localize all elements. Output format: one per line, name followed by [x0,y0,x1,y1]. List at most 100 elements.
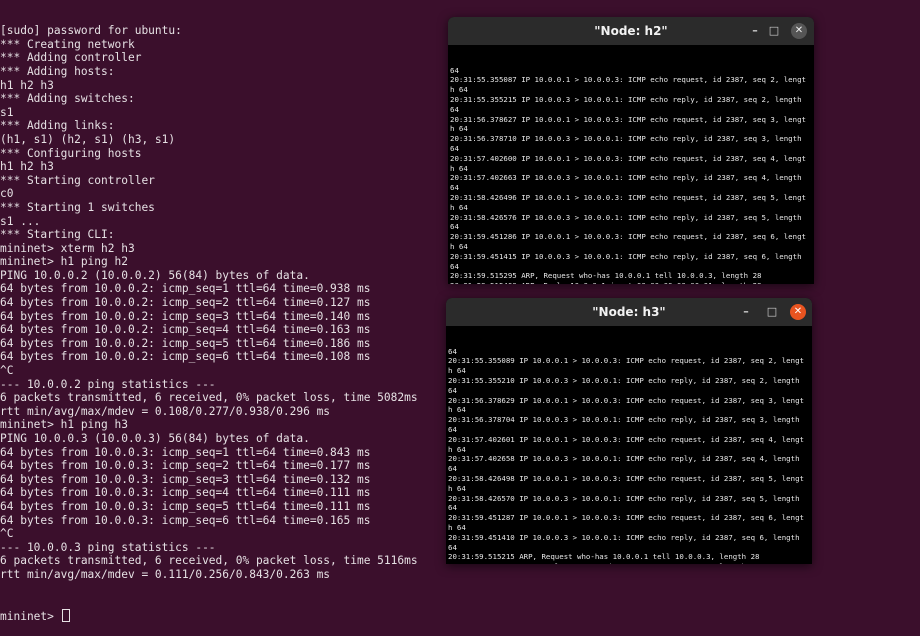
terminal-line: 20:31:59.515401 ARP, Reply 10.0.0.1 is-a… [448,562,812,564]
terminal-line: 20:31:59.451415 IP 10.0.0.3 > 10.0.0.1: … [450,251,802,261]
terminal-line: 64 [448,385,457,395]
maximize-button[interactable]: □ [766,23,782,39]
terminal-line: 64 bytes from 10.0.0.2: icmp_seq=6 ttl=6… [0,350,371,364]
terminal-line: h 64 [450,163,468,173]
terminal-line: h 64 [448,444,466,454]
close-button[interactable]: ✕ [791,23,807,39]
main-terminal[interactable]: [sudo] password for ubuntu: *** Creating … [0,0,440,623]
terminal-line: 64 [450,65,459,75]
terminal-line: 64 bytes from 10.0.0.2: icmp_seq=4 ttl=6… [0,323,371,337]
xterm-h3-title: "Node: h3" [592,305,666,319]
terminal-line: --- 10.0.0.2 ping statistics --- [0,377,216,391]
terminal-line: h 64 [448,405,466,415]
terminal-line: 64 [448,346,457,356]
terminal-line: 64 bytes from 10.0.0.3: icmp_seq=5 ttl=6… [0,499,371,513]
text-cursor [61,608,70,622]
terminal-line: 64 bytes from 10.0.0.3: icmp_seq=1 ttl=6… [0,445,371,459]
xterm-h3-titlebar[interactable]: "Node: h3" – □ ✕ [446,298,812,326]
terminal-line: h 64 [450,124,468,134]
terminal-line: --- 10.0.0.3 ping statistics --- [0,540,216,554]
terminal-line: PING 10.0.0.3 (10.0.0.3) 56(84) bytes of… [0,432,310,445]
terminal-line: h 64 [448,522,466,532]
terminal-line: 20:31:57.402600 IP 10.0.0.1 > 10.0.0.3: … [450,153,806,163]
minimize-icon: – [743,305,749,318]
xterm-window-h2[interactable]: "Node: h2" – □ ✕ 64 20:31:55.355087 IP 10… [448,17,814,284]
terminal-line: 64 [450,261,459,271]
terminal-line: h 64 [450,202,468,212]
terminal-line: 20:31:59.515400 ARP, Reply 10.0.0.1 is-a… [450,281,814,284]
xterm-h2-titlebar[interactable]: "Node: h2" – □ ✕ [448,17,814,45]
terminal-line: *** Starting controller [0,173,155,187]
terminal-line: 64 bytes from 10.0.0.2: icmp_seq=2 ttl=6… [0,296,371,310]
terminal-line: 20:31:55.355210 IP 10.0.0.3 > 10.0.0.1: … [448,375,800,385]
terminal-line: *** Configuring hosts [0,146,142,160]
terminal-line: 64 [448,424,457,434]
terminal-line: c0 [0,187,14,201]
terminal-line: 64 bytes from 10.0.0.3: icmp_seq=4 ttl=6… [0,486,371,500]
terminal-line: 20:31:56.378704 IP 10.0.0.3 > 10.0.0.1: … [448,415,800,425]
terminal-line: s1 [0,105,14,119]
terminal-line: 20:31:59.451286 IP 10.0.0.1 > 10.0.0.3: … [450,232,806,242]
terminal-line: h 64 [448,366,466,376]
terminal-line: 20:31:57.402601 IP 10.0.0.1 > 10.0.0.3: … [448,434,804,444]
terminal-line: 20:31:58.426498 IP 10.0.0.1 > 10.0.0.3: … [448,473,804,483]
terminal-line: h 64 [450,241,468,251]
terminal-line: 64 [450,143,459,153]
terminal-line: 64 bytes from 10.0.0.2: icmp_seq=1 ttl=6… [0,282,371,296]
terminal-line: 20:31:59.451410 IP 10.0.0.3 > 10.0.0.1: … [448,532,800,542]
terminal-line: *** Creating network [0,37,135,51]
terminal-line: ^C [0,527,14,541]
terminal-line: 20:31:58.426496 IP 10.0.0.1 > 10.0.0.3: … [450,192,806,202]
xterm-h3-lines: 64 20:31:55.355089 IP 10.0.0.1 > 10.0.0.3… [448,347,812,564]
xterm-h3-output[interactable]: 64 20:31:55.355089 IP 10.0.0.1 > 10.0.0.3… [446,326,812,564]
maximize-button[interactable]: □ [764,304,780,320]
terminal-line: 6 packets transmitted, 6 received, 0% pa… [0,391,418,405]
terminal-line: 20:31:57.402658 IP 10.0.0.3 > 10.0.0.1: … [448,454,800,464]
minimize-button[interactable]: – [747,23,763,39]
main-terminal-prompt: mininet> [0,609,61,623]
minimize-icon: – [752,24,758,37]
terminal-line: s1 ... [0,214,41,228]
close-icon: ✕ [794,25,804,36]
terminal-line: 64 [448,503,457,513]
terminal-line: h1 h2 h3 [0,160,54,174]
terminal-line: *** Adding hosts: [0,64,115,78]
xterm-h2-lines: 64 20:31:55.355087 IP 10.0.0.1 > 10.0.0.3… [450,66,814,284]
close-icon: ✕ [793,306,803,317]
terminal-line: h1 h2 h3 [0,78,54,92]
terminal-line: 20:31:58.426570 IP 10.0.0.3 > 10.0.0.1: … [448,493,800,503]
terminal-line: 20:31:57.402663 IP 10.0.0.3 > 10.0.0.1: … [450,173,802,183]
terminal-line: h 64 [448,483,466,493]
terminal-line: *** Adding switches: [0,92,135,106]
terminal-line: 20:31:59.515215 ARP, Request who-has 10.… [448,552,760,562]
terminal-line: 64 bytes from 10.0.0.3: icmp_seq=2 ttl=6… [0,459,371,473]
minimize-button[interactable]: – [738,304,754,320]
terminal-line: *** Adding controller [0,51,142,65]
terminal-line: 64 bytes from 10.0.0.2: icmp_seq=5 ttl=6… [0,336,371,350]
main-terminal-output: [sudo] password for ubuntu: *** Creating … [0,24,440,581]
terminal-line: PING 10.0.0.2 (10.0.0.2) 56(84) bytes of… [0,268,310,282]
terminal-line: 20:31:56.378710 IP 10.0.0.3 > 10.0.0.1: … [450,134,802,144]
terminal-line: 6 packets transmitted, 6 received, 0% pa… [0,554,418,568]
terminal-line: *** Starting 1 switches [0,200,155,214]
terminal-line: 20:31:55.355089 IP 10.0.0.1 > 10.0.0.3: … [448,356,804,366]
terminal-line: mininet> h1 ping h3 [0,418,128,432]
terminal-line: (h1, s1) (h2, s1) (h3, s1) [0,132,176,146]
terminal-line: [sudo] password for ubuntu: [0,24,182,38]
xterm-window-h3[interactable]: "Node: h3" – □ ✕ 64 20:31:55.355089 IP 10… [446,298,812,564]
terminal-line: *** Adding links: [0,119,115,133]
terminal-line: 20:31:59.515295 ARP, Request who-has 10.… [450,271,762,281]
terminal-line: ^C [0,364,14,378]
terminal-line: 64 [450,104,459,114]
terminal-line: 20:31:55.355087 IP 10.0.0.1 > 10.0.0.3: … [450,75,806,85]
xterm-h2-output[interactable]: 64 20:31:55.355087 IP 10.0.0.1 > 10.0.0.3… [448,45,814,284]
terminal-line: 64 [448,464,457,474]
terminal-line: 64 [448,542,457,552]
close-button[interactable]: ✕ [790,304,806,320]
terminal-line: mininet> h1 ping h2 [0,255,128,269]
terminal-line: *** Starting CLI: [0,228,115,242]
terminal-line: 20:31:58.426576 IP 10.0.0.3 > 10.0.0.1: … [450,212,802,222]
main-terminal-prompt-line[interactable]: mininet> [0,608,440,623]
maximize-icon: □ [766,305,778,318]
terminal-line: rtt min/avg/max/mdev = 0.111/0.256/0.843… [0,567,331,581]
